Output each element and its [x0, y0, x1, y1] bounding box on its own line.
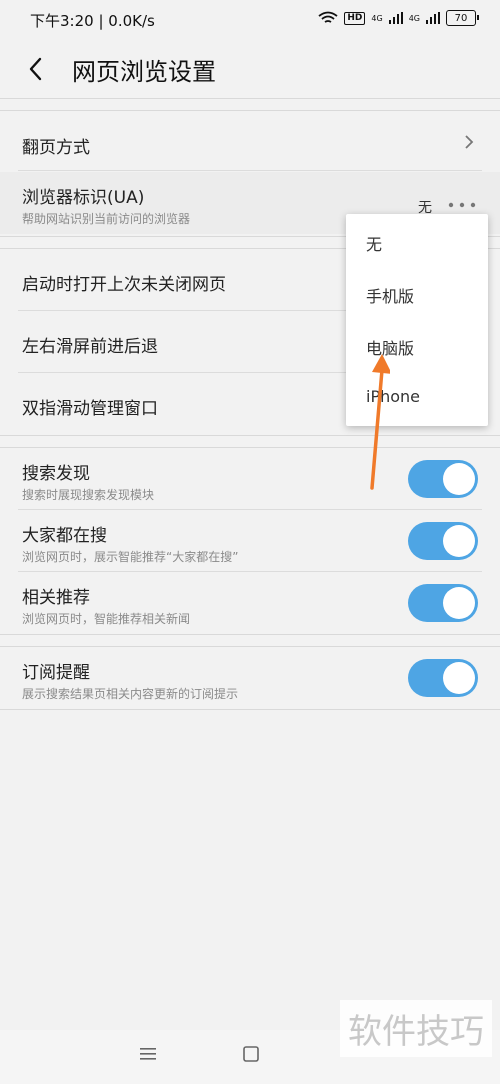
signal-icon	[388, 12, 403, 24]
battery-icon: 70	[446, 10, 479, 26]
section-divider	[0, 634, 500, 635]
section-divider	[0, 435, 500, 436]
menu-item-label: 手机版	[366, 287, 415, 306]
subscribe-toggle[interactable]	[408, 659, 478, 697]
status-bar: 下午3:20 | 0.0K/s HD 4G 4G 70	[0, 0, 500, 40]
row-swipe-label: 左右滑屏前进后退	[22, 337, 158, 357]
row-everyone-search-subtitle: 浏览网页时，展示智能推荐“大家都在搜”	[22, 550, 239, 564]
watermark: 软件技巧	[340, 1000, 492, 1057]
row-related-subtitle: 浏览网页时，智能推荐相关新闻	[22, 612, 191, 626]
more-dots-icon[interactable]	[448, 202, 476, 208]
row-subscribe: 订阅提醒 展示搜索结果页相关内容更新的订阅提示	[0, 647, 500, 709]
home-icon[interactable]	[243, 1046, 259, 1062]
network-type-1: 4G	[371, 13, 383, 23]
row-search-discover: 搜索发现 搜索时展现搜索发现模块	[0, 448, 500, 510]
network-type-2: 4G	[408, 13, 420, 23]
row-subscribe-label: 订阅提醒	[22, 663, 90, 683]
header: 网页浏览设置	[0, 40, 500, 98]
row-search-discover-label: 搜索发现	[22, 464, 90, 484]
row-search-discover-subtitle: 搜索时展现搜索发现模块	[22, 488, 155, 502]
menu-item-mobile[interactable]: 手机版	[346, 268, 488, 320]
row-page-turn[interactable]: 翻页方式	[0, 111, 500, 171]
section-divider	[0, 709, 500, 710]
row-restore-label: 启动时打开上次未关闭网页	[22, 275, 226, 295]
wifi-icon	[318, 11, 338, 23]
annotation-arrow-icon	[370, 354, 390, 490]
row-page-turn-label: 翻页方式	[22, 138, 90, 158]
toggle-knob	[443, 662, 475, 694]
toggle-knob	[443, 587, 475, 619]
toggle-knob	[443, 525, 475, 557]
hd-badge: HD	[344, 11, 366, 25]
chevron-right-icon	[465, 135, 474, 149]
toggle-knob	[443, 463, 475, 495]
battery-level: 70	[454, 12, 468, 24]
related-toggle[interactable]	[408, 584, 478, 622]
row-everyone-search: 大家都在搜 浏览网页时，展示智能推荐“大家都在搜”	[0, 510, 500, 572]
everyone-search-toggle[interactable]	[408, 522, 478, 560]
back-arrow-icon[interactable]	[20, 52, 54, 86]
header-divider	[0, 98, 500, 99]
page-title: 网页浏览设置	[72, 58, 216, 86]
menu-item-label: 无	[366, 235, 383, 254]
row-ua-label: 浏览器标识(UA)	[22, 188, 145, 208]
signal-icon-2	[426, 12, 440, 24]
row-related-label: 相关推荐	[22, 588, 90, 608]
menu-item-none[interactable]: 无	[346, 216, 488, 268]
row-related: 相关推荐 浏览网页时，智能推荐相关新闻	[0, 572, 500, 634]
row-everyone-search-label: 大家都在搜	[22, 526, 107, 546]
row-ua-subtitle: 帮助网站识别当前访问的浏览器	[22, 212, 191, 226]
menu-icon[interactable]	[140, 1047, 156, 1061]
row-two-finger-label: 双指滑动管理窗口	[22, 399, 158, 419]
status-time: 下午3:20 | 0.0K/s	[30, 12, 155, 30]
row-subscribe-subtitle: 展示搜索结果页相关内容更新的订阅提示	[22, 687, 239, 701]
search-discover-toggle[interactable]	[408, 460, 478, 498]
row-separator	[18, 170, 482, 171]
status-icons: HD 4G 4G 70	[318, 10, 479, 26]
